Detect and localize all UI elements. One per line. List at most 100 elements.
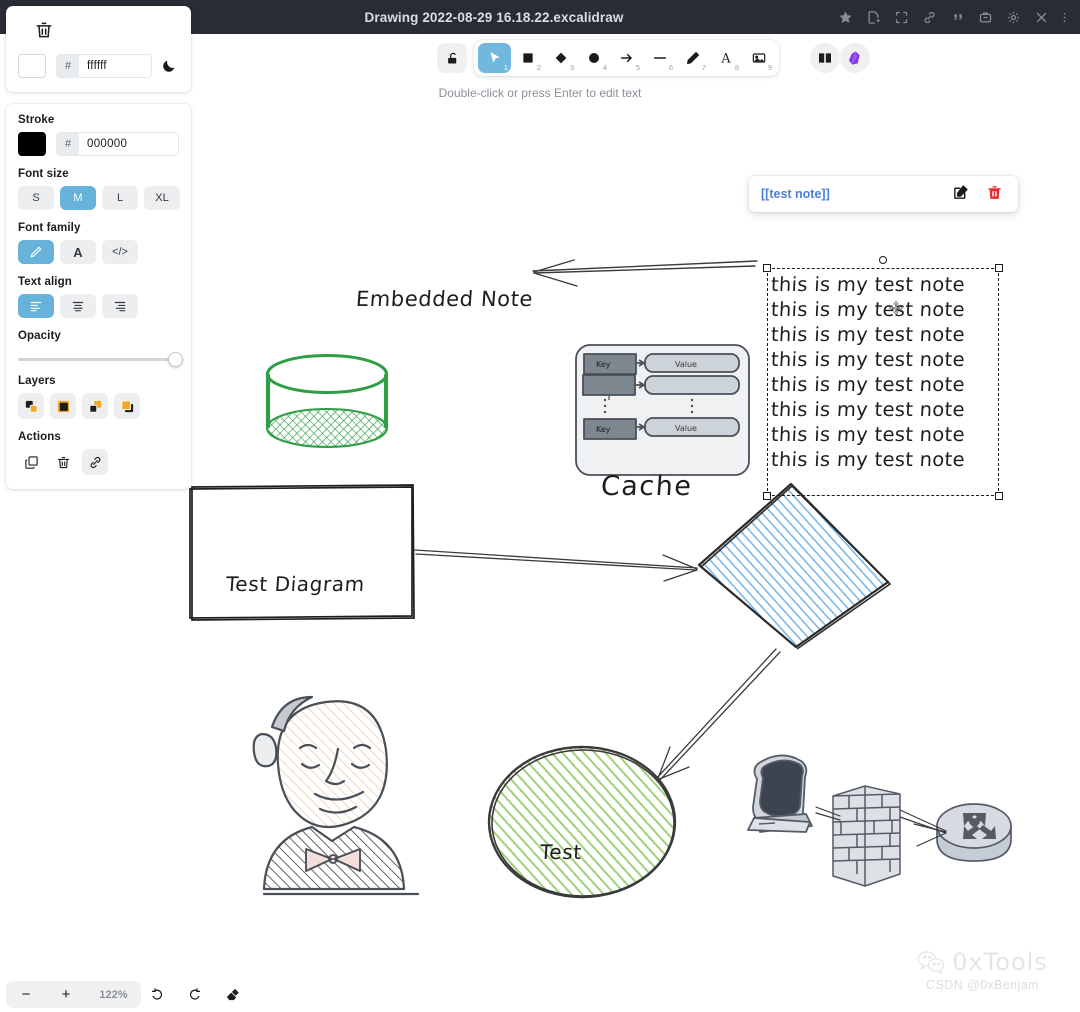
new-note-icon[interactable] <box>866 10 881 25</box>
tool-number: 4 <box>602 63 607 72</box>
font-family-code[interactable]: </> <box>102 240 138 264</box>
font-size-m[interactable]: M <box>60 186 96 210</box>
canvas-background-value[interactable]: ffffff <box>79 60 151 72</box>
resize-handle-nw[interactable] <box>763 264 771 272</box>
tool-arrow[interactable]: 5 <box>610 43 643 73</box>
canvas-background-swatch[interactable] <box>18 54 46 78</box>
selected-text-element[interactable]: this is my test note this is my test not… <box>770 272 995 492</box>
tool-toolbar: 1 2 3 4 5 6 7 A 8 9 <box>474 40 779 76</box>
tool-text[interactable]: A 8 <box>709 43 742 73</box>
moon-icon[interactable] <box>161 58 179 74</box>
text-align-left[interactable] <box>18 294 54 318</box>
tool-number: 7 <box>701 63 706 72</box>
eraser-icon <box>226 988 239 1001</box>
stroke-swatch[interactable] <box>18 132 46 156</box>
unlock-icon <box>447 52 456 63</box>
tool-diamond[interactable]: 3 <box>544 43 577 73</box>
move-cursor-icon <box>888 300 904 316</box>
font-size-s[interactable]: S <box>18 186 54 210</box>
resize-handle-se[interactable] <box>995 492 1003 500</box>
send-backward-icon[interactable] <box>50 393 76 419</box>
delete-icon[interactable] <box>50 449 76 475</box>
line-icon <box>653 57 666 59</box>
delete-link-icon[interactable] <box>986 184 1006 204</box>
undo-icon <box>151 988 163 1000</box>
zoom-control-group: − + 122% <box>6 981 141 1008</box>
quote-icon[interactable] <box>950 10 965 25</box>
actions-group <box>18 449 179 475</box>
text-align-right[interactable] <box>102 294 138 318</box>
note-line: this is my test note <box>770 323 966 346</box>
note-line: this is my test note <box>770 373 966 396</box>
svg-text:Value: Value <box>675 360 697 369</box>
label-test[interactable]: Test <box>539 840 582 864</box>
bring-forward-icon[interactable] <box>82 393 108 419</box>
more-icon[interactable] <box>1062 10 1067 25</box>
opacity-slider[interactable] <box>18 351 183 367</box>
font-family-group: A </> <box>18 240 179 264</box>
font-size-xl[interactable]: XL <box>144 186 180 210</box>
note-line: this is my test note <box>770 298 966 321</box>
layers-label: Layers <box>18 375 56 387</box>
link-text[interactable]: [[test note]] <box>761 187 938 201</box>
ellipse-test <box>487 745 677 899</box>
label-test-diagram[interactable]: Test Diagram <box>225 572 365 596</box>
duplicate-icon[interactable] <box>18 449 44 475</box>
stroke-hex[interactable]: # 000000 <box>56 132 179 156</box>
resize-handle-sw[interactable] <box>763 492 771 500</box>
label-cache[interactable]: Cache <box>600 471 694 502</box>
hash-prefix: # <box>57 133 79 155</box>
font-size-l[interactable]: L <box>102 186 138 210</box>
stroke-row: # 000000 <box>18 132 179 156</box>
rotate-handle[interactable] <box>879 256 887 264</box>
library-button[interactable] <box>810 43 840 73</box>
close-icon[interactable] <box>1034 10 1049 25</box>
resize-handle-ne[interactable] <box>995 264 1003 272</box>
tool-image[interactable]: 9 <box>742 43 775 73</box>
tool-selection[interactable]: 1 <box>478 43 511 73</box>
send-to-back-icon[interactable] <box>18 393 44 419</box>
opacity-knob[interactable] <box>168 351 183 367</box>
tool-ellipse[interactable]: 4 <box>577 43 610 73</box>
edit-link-icon[interactable] <box>952 184 972 204</box>
font-family-normal[interactable]: A <box>60 240 96 264</box>
focus-icon[interactable] <box>894 10 909 25</box>
window-icon-group <box>838 10 1080 25</box>
link-icon[interactable] <box>82 449 108 475</box>
font-family-handdrawn[interactable] <box>18 240 54 264</box>
note-line: this is my test note <box>770 423 966 446</box>
redo-button[interactable] <box>181 981 208 1008</box>
zoom-in-button[interactable]: + <box>46 981 86 1008</box>
hint-text: Double-click or press Enter to edit text <box>438 86 642 100</box>
label-embedded-note[interactable]: Embedded Note <box>355 287 534 311</box>
bring-to-front-icon[interactable] <box>114 393 140 419</box>
canvas-background-hex[interactable]: # ffffff <box>56 54 152 78</box>
lock-tool-button[interactable] <box>437 43 467 73</box>
eraser-button[interactable] <box>219 981 246 1008</box>
hash-prefix: # <box>57 55 79 77</box>
layers-group <box>18 393 179 419</box>
text-align-center[interactable] <box>60 294 96 318</box>
undo-button[interactable] <box>144 981 171 1008</box>
clear-canvas-icon[interactable] <box>34 20 54 40</box>
zoom-out-button[interactable]: − <box>6 981 46 1008</box>
gear-icon[interactable] <box>1006 10 1021 25</box>
canvas-properties-panel: # ffffff <box>6 6 191 92</box>
stroke-value[interactable]: 000000 <box>79 138 178 150</box>
tool-number: 3 <box>569 63 574 72</box>
tool-line[interactable]: 6 <box>643 43 676 73</box>
tool-number: 6 <box>668 63 673 72</box>
obsidian-button[interactable] <box>840 43 870 73</box>
diamond-icon <box>555 52 566 64</box>
element-properties-panel: Stroke # 000000 Font size S M L XL Font … <box>6 104 191 489</box>
link-icon[interactable] <box>922 10 937 25</box>
star-icon[interactable] <box>838 10 853 25</box>
archive-icon[interactable] <box>978 10 993 25</box>
note-line: this is my test note <box>770 273 966 296</box>
zoom-level-label[interactable]: 122% <box>86 989 141 1001</box>
tool-rectangle[interactable]: 2 <box>511 43 544 73</box>
tool-draw[interactable]: 7 <box>676 43 709 73</box>
tool-number: 1 <box>503 63 508 72</box>
canvas-background-row: # ffffff <box>18 54 179 78</box>
align-right-icon <box>113 299 127 313</box>
